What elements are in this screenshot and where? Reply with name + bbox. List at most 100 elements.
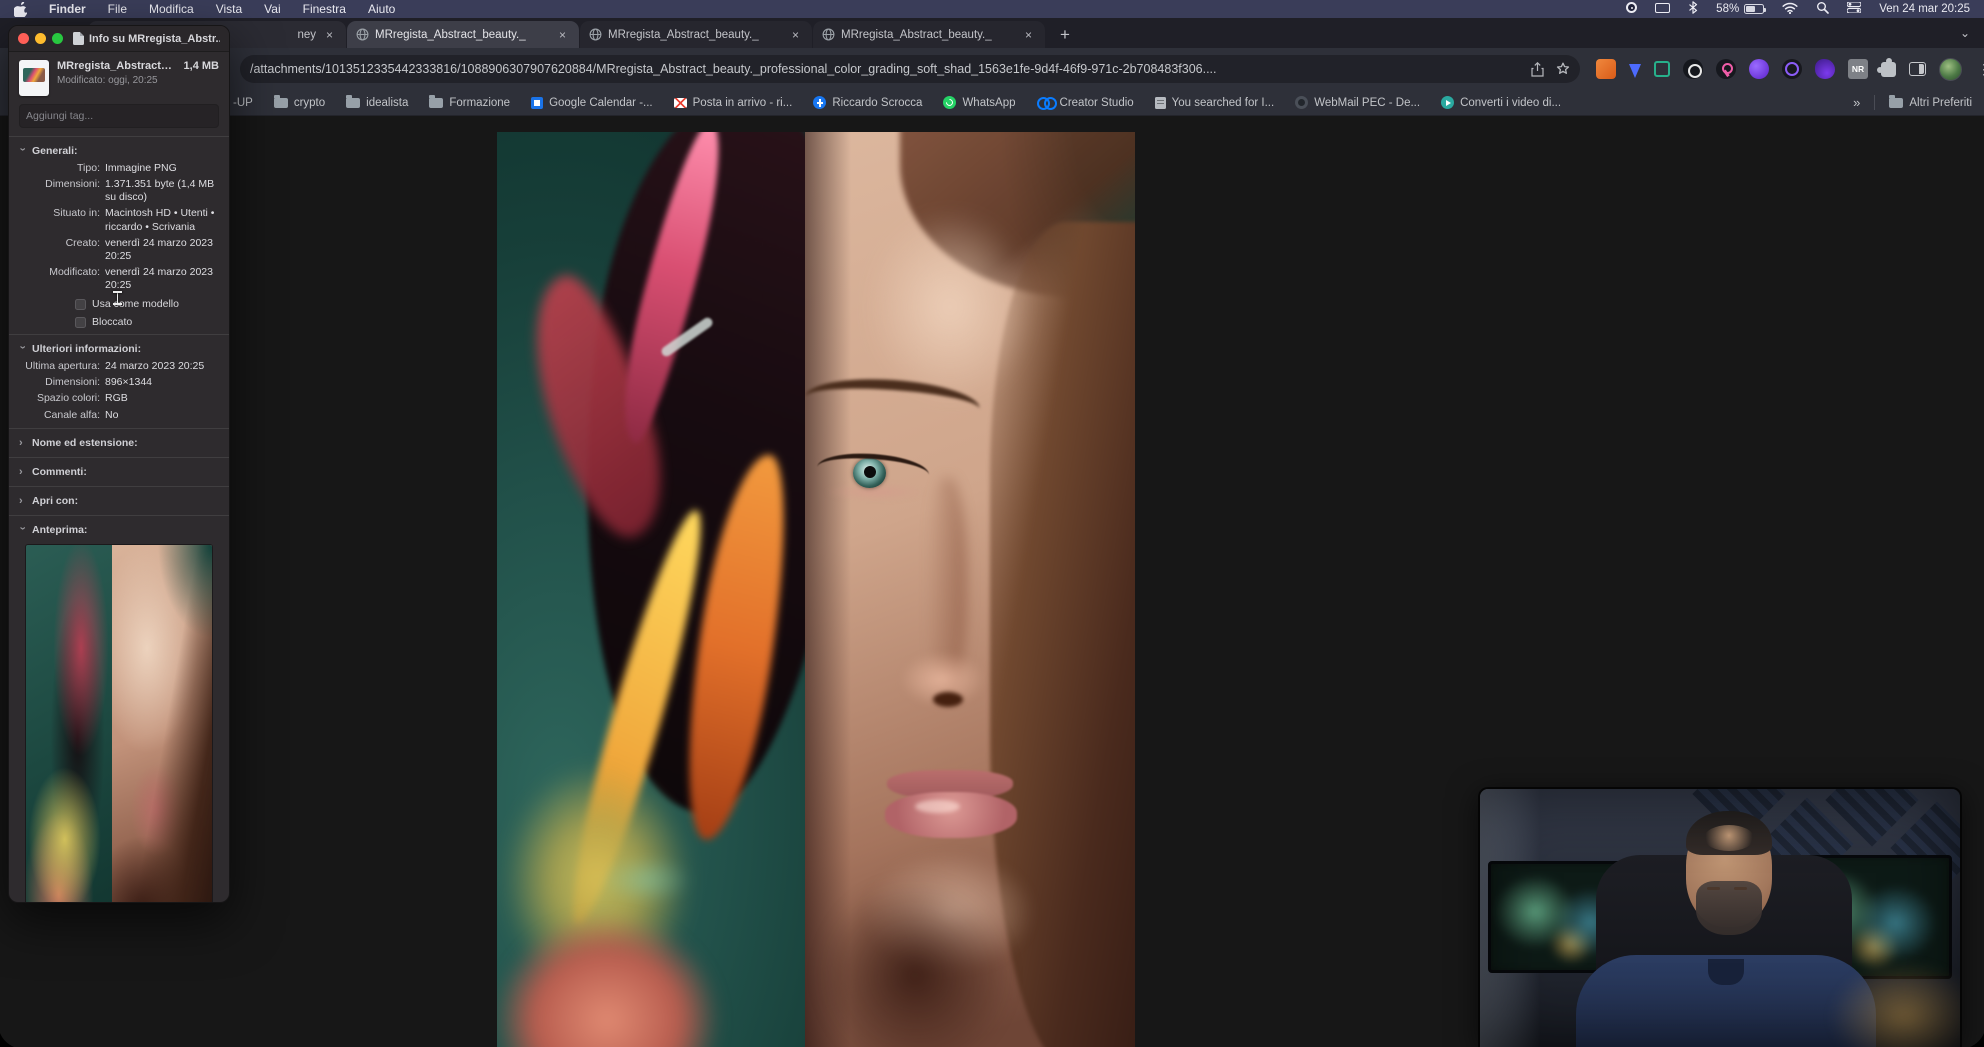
extension-icon-blue-v[interactable] bbox=[1629, 63, 1641, 78]
bookmark-item[interactable]: Riccardo Scrocca bbox=[813, 96, 922, 109]
section-commenti: › Commenti: bbox=[9, 456, 229, 486]
divider bbox=[1874, 95, 1876, 110]
menu-item-modifica[interactable]: Modifica bbox=[149, 2, 194, 16]
side-panel-icon[interactable] bbox=[1909, 62, 1926, 76]
record-status-icon[interactable] bbox=[1626, 2, 1638, 16]
bookmark-label: You searched for I... bbox=[1171, 96, 1275, 109]
checkbox-usa-come-modello[interactable] bbox=[75, 298, 86, 310]
menu-item-file[interactable]: File bbox=[108, 2, 127, 16]
menu-item-vista[interactable]: Vista bbox=[216, 2, 242, 16]
menu-item-finder[interactable]: Finder bbox=[49, 2, 86, 16]
profile-avatar[interactable] bbox=[1939, 57, 1962, 81]
section-header-collapsed[interactable]: › Nome ed estensione: bbox=[19, 435, 219, 451]
extension-icon-purple-ring[interactable] bbox=[1782, 59, 1802, 79]
bookmark-item[interactable]: idealista bbox=[346, 94, 408, 109]
row-value: 896×1344 bbox=[105, 376, 153, 389]
tab-search-chevron-icon[interactable]: ⌄ bbox=[1960, 26, 1970, 40]
apple-menu-icon[interactable] bbox=[14, 1, 27, 17]
extension-icon-green[interactable] bbox=[1654, 61, 1670, 77]
row-label: Situato in: bbox=[53, 207, 100, 220]
menu-bar: Finder File Modifica Vista Vai Finestra … bbox=[0, 0, 1984, 18]
section-header-generali[interactable]: › Generali: bbox=[16, 143, 219, 159]
control-center-icon[interactable] bbox=[1846, 1, 1862, 16]
checkbox-row: Bloccato bbox=[75, 316, 219, 328]
menu-item-aiuto[interactable]: Aiuto bbox=[368, 2, 395, 16]
tab-close-icon[interactable]: × bbox=[322, 27, 337, 42]
bookmark-item[interactable]: Google Calendar -... bbox=[531, 96, 653, 109]
file-size: 1,4 MB bbox=[183, 60, 219, 72]
extension-icon-black-ring[interactable] bbox=[1683, 59, 1703, 79]
artwork-face-half bbox=[805, 132, 1135, 1047]
extensions-puzzle-icon[interactable] bbox=[1877, 57, 1896, 77]
close-button[interactable] bbox=[18, 33, 29, 44]
browser-menu-icon[interactable]: ⋮ bbox=[1975, 61, 1984, 78]
bookmarks-overflow-icon[interactable]: » bbox=[1853, 95, 1860, 110]
folder-icon bbox=[273, 94, 288, 108]
gmail-icon bbox=[673, 97, 687, 108]
calendar-icon bbox=[531, 96, 544, 109]
window-title: Info su MRregista_Abstr... bbox=[73, 32, 220, 45]
row-value: Immagine PNG bbox=[105, 162, 177, 174]
info-window-titlebar[interactable]: Info su MRregista_Abstr... bbox=[9, 26, 229, 52]
new-tab-button[interactable]: + bbox=[1052, 22, 1078, 48]
row-label: Canale alfa: bbox=[43, 408, 100, 421]
bookmark-label: crypto bbox=[293, 96, 326, 109]
bookmark-item[interactable]: You searched for I... bbox=[1154, 96, 1275, 109]
spotlight-search-icon[interactable] bbox=[1816, 1, 1830, 17]
section-header-ulteriori[interactable]: › Ulteriori informazioni: bbox=[17, 341, 219, 357]
display-icon[interactable] bbox=[1655, 2, 1671, 16]
section-header-anteprima[interactable]: › Anteprima: bbox=[17, 522, 219, 538]
wifi-icon[interactable] bbox=[1782, 2, 1798, 17]
globe-favicon bbox=[356, 28, 369, 41]
address-bar[interactable]: /attachments/1013512335442333816/1088906… bbox=[240, 55, 1580, 83]
battery-icon bbox=[1744, 4, 1767, 14]
share-icon[interactable] bbox=[1531, 61, 1544, 77]
row-value: Macintosh HD • Utenti • riccardo • Scriv… bbox=[105, 207, 215, 233]
tab-active[interactable]: MRregista_Abstract_beauty._ × bbox=[347, 21, 579, 48]
bookmark-item[interactable]: Formazione bbox=[429, 94, 510, 109]
tab-close-icon[interactable]: × bbox=[1021, 27, 1036, 42]
bookmark-item[interactable]: -UP bbox=[233, 97, 253, 109]
row-label: Tipo: bbox=[77, 162, 100, 174]
row-label: Dimensioni: bbox=[45, 376, 100, 389]
artwork-abstract-half bbox=[497, 132, 805, 1047]
extension-icon-pink-key[interactable] bbox=[1716, 59, 1736, 79]
checkbox-label: Bloccato bbox=[92, 316, 133, 329]
tab-inactive[interactable]: MRregista_Abstract_beauty._ × bbox=[813, 21, 1045, 48]
zoom-button[interactable] bbox=[52, 33, 63, 44]
bookmark-item[interactable]: Creator Studio bbox=[1036, 97, 1134, 110]
finder-info-window: Info su MRregista_Abstr... MRregista_Abs… bbox=[8, 25, 230, 903]
bookmark-item[interactable]: Posta in arrivo - ri... bbox=[673, 96, 793, 109]
info-row: Creato: venerdì 24 marzo 2023 20:25 bbox=[19, 237, 219, 263]
bookmark-item[interactable]: WebMail PEC - De... bbox=[1295, 96, 1420, 109]
menu-item-finestra[interactable]: Finestra bbox=[303, 2, 346, 16]
section-title: Apri con: bbox=[32, 494, 79, 507]
bluetooth-icon[interactable] bbox=[1688, 1, 1698, 17]
bookmark-label: Posta in arrivo - ri... bbox=[692, 96, 793, 109]
section-header-collapsed[interactable]: › Commenti: bbox=[19, 464, 219, 480]
battery-percent: 58% bbox=[1716, 3, 1740, 15]
extension-icon-purple-blob[interactable] bbox=[1815, 59, 1835, 79]
menu-clock[interactable]: Ven 24 mar 20:25 bbox=[1879, 3, 1970, 15]
menu-item-vai[interactable]: Vai bbox=[264, 2, 280, 16]
bookmark-star-icon[interactable] bbox=[1556, 62, 1570, 76]
bookmark-item[interactable]: crypto bbox=[273, 94, 326, 109]
tab-close-icon[interactable]: × bbox=[555, 27, 570, 42]
bookmark-item[interactable]: Converti i video di... bbox=[1441, 96, 1561, 109]
checkbox-bloccato[interactable] bbox=[75, 316, 86, 328]
bookmark-item[interactable]: WhatsApp bbox=[943, 96, 1016, 109]
info-row: Ultima apertura: 24 marzo 2023 20:25 bbox=[19, 360, 219, 373]
tab-close-icon[interactable]: × bbox=[788, 27, 803, 42]
battery-indicator[interactable]: 58% bbox=[1716, 3, 1767, 15]
extension-icon-purple[interactable] bbox=[1749, 59, 1769, 79]
extension-icon-nr[interactable]: NR bbox=[1848, 59, 1868, 79]
tags-field[interactable]: Aggiungi tag... bbox=[19, 104, 219, 128]
extension-icon-orange[interactable] bbox=[1596, 59, 1616, 79]
info-row: Dimensioni: 896×1344 bbox=[19, 376, 219, 389]
minimize-button[interactable] bbox=[35, 33, 46, 44]
section-header-collapsed[interactable]: › Apri con: bbox=[19, 493, 219, 509]
info-row: Canale alfa: No bbox=[19, 409, 219, 422]
other-favorites[interactable]: Altri Preferiti bbox=[1889, 94, 1972, 109]
chevron-down-icon: › bbox=[16, 147, 29, 152]
tab-inactive[interactable]: MRregista_Abstract_beauty._ × bbox=[580, 21, 812, 48]
